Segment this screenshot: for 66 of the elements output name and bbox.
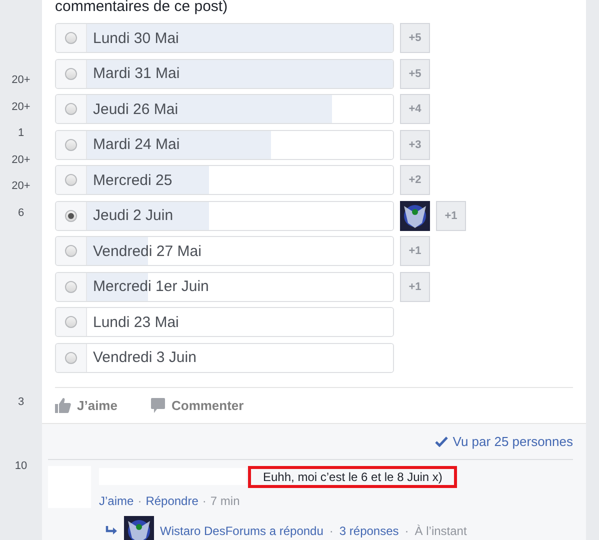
option-label: Jeudi 26 Mai <box>92 100 178 118</box>
like-link[interactable]: J’aime <box>99 494 134 508</box>
count-label: 10 <box>14 458 28 474</box>
radio-button[interactable] <box>65 316 77 328</box>
seen-by-label[interactable]: Vu par 25 personnes <box>452 434 573 449</box>
like-button[interactable]: J’aime <box>77 398 118 412</box>
voter-count[interactable]: +4 <box>400 94 430 124</box>
radio-button[interactable] <box>65 210 77 222</box>
radio-button[interactable] <box>65 103 77 115</box>
option-label: Jeudi 2 Juin <box>92 207 174 224</box>
voter-count[interactable]: +2 <box>400 165 430 195</box>
checkmark-icon <box>434 436 448 447</box>
poll-option[interactable]: Lundi 30 Mai <box>55 23 394 53</box>
reply-arrow-icon <box>105 526 118 536</box>
user-avatar-icon <box>124 516 154 540</box>
comment-time: 7 min <box>210 494 240 508</box>
voter-count[interactable]: +3 <box>400 130 430 160</box>
voter-count[interactable]: +5 <box>400 23 430 53</box>
poll-option[interactable]: Jeudi 2 Juin <box>55 200 394 230</box>
radio-button[interactable] <box>65 245 77 257</box>
poll-option[interactable]: Mercredi 25 <box>55 165 394 195</box>
comment-button[interactable]: Commenter <box>171 398 244 412</box>
option-label: Mercredi 25 <box>92 172 172 188</box>
option-label: Mardi 24 Mai <box>92 136 180 153</box>
separator: · <box>138 494 142 508</box>
comment-icon <box>151 398 166 412</box>
separator: · <box>329 524 334 538</box>
count-label: 20+ <box>12 152 30 168</box>
comment-text: Euhh, moi c’est le 6 et le 8 Juin x) <box>248 466 458 488</box>
radio-button[interactable] <box>65 68 77 80</box>
post-text: commentaires de ce post) <box>55 0 229 17</box>
option-label: Mardi 31 Mai <box>92 65 180 82</box>
count-label: 20+ <box>12 100 30 114</box>
poll-option[interactable]: Jeudi 26 Mai <box>55 94 394 124</box>
reply-count-link[interactable]: 3 réponses <box>339 524 399 538</box>
count-label: 20+ <box>12 179 30 194</box>
separator: · <box>202 494 206 508</box>
poll-option[interactable]: Lundi 23 Mai <box>55 307 394 337</box>
poll-option[interactable]: Vendredi 3 Juin <box>55 342 394 372</box>
option-label: Vendredi 3 Juin <box>92 349 196 366</box>
radio-button[interactable] <box>65 174 77 186</box>
radio-button[interactable] <box>65 352 77 364</box>
count-label: 1 <box>18 126 24 141</box>
voter-count[interactable]: +1 <box>400 272 430 302</box>
thumbs-up-icon <box>55 398 71 412</box>
voter-count[interactable]: +1 <box>436 200 466 230</box>
option-label: Lundi 23 Mai <box>92 314 179 330</box>
separator: · <box>404 524 409 538</box>
radio-button[interactable] <box>65 32 77 44</box>
voter-count[interactable]: +1 <box>400 236 430 266</box>
reply-time: À l’instant <box>414 524 467 538</box>
option-label: Lundi 30 Mai <box>92 30 179 46</box>
reply-link[interactable]: Répondre <box>146 494 198 508</box>
count-label: 3 <box>18 395 24 410</box>
poll-option[interactable]: Mercredi 1er Juin <box>55 272 394 302</box>
count-label: 20+ <box>12 73 30 88</box>
option-label: Mercredi 1er Juin <box>92 278 209 295</box>
voter-count[interactable]: +5 <box>400 58 430 88</box>
radio-button[interactable] <box>65 138 77 150</box>
poll-option[interactable]: Mardi 31 Mai <box>55 58 394 88</box>
poll-option[interactable]: Mardi 24 Mai <box>55 130 394 160</box>
poll-option[interactable]: Vendredi 27 Mai <box>55 236 394 266</box>
radio-button[interactable] <box>65 280 77 292</box>
reply-author-link[interactable]: Wistaro DesForums a répondu <box>160 524 324 538</box>
option-label: Vendredi 27 Mai <box>92 242 202 260</box>
count-label: 6 <box>18 206 24 220</box>
